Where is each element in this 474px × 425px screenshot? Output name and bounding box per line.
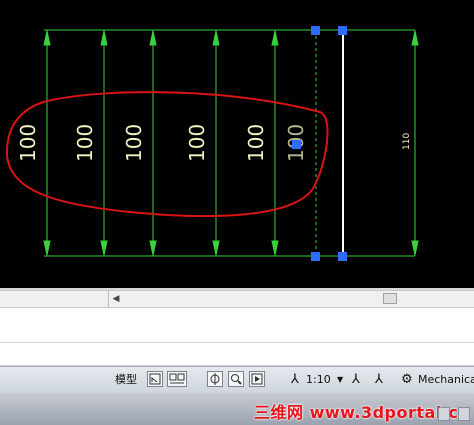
- horizontal-scrollbar[interactable]: ◀: [0, 290, 474, 308]
- grip-bottom-right[interactable]: [338, 252, 347, 261]
- dimension-text-1[interactable]: 100: [16, 124, 40, 162]
- workspace-switch[interactable]: Mechanica: [418, 371, 474, 389]
- model-tab[interactable]: 模型: [115, 371, 137, 389]
- layout-icon[interactable]: [147, 371, 163, 387]
- auto-scale-icon[interactable]: ⅄: [375, 371, 383, 389]
- drawing-canvas[interactable]: 100 100 100 100 100 100 110: [0, 0, 474, 288]
- command-line-input[interactable]: [0, 343, 474, 366]
- steering-wheel-icon[interactable]: [249, 371, 265, 387]
- scrollbar-thumb[interactable]: [383, 293, 397, 304]
- annotation-scale-icon[interactable]: ⅄: [291, 371, 299, 389]
- dimension-lines: [43, 30, 419, 256]
- right-dimension-text[interactable]: 110: [402, 133, 412, 150]
- annotation-visibility-icon[interactable]: ⅄: [352, 371, 360, 389]
- command-history-area: [0, 308, 474, 343]
- grip-text[interactable]: [292, 140, 301, 149]
- dimension-text-4[interactable]: 100: [185, 124, 209, 162]
- scale-dropdown-icon[interactable]: ▼: [337, 371, 343, 389]
- tray-close-icon[interactable]: [458, 407, 470, 421]
- grip-bottom-left[interactable]: [311, 252, 320, 261]
- red-markup-cloud[interactable]: [5, 91, 329, 218]
- dimension-text-3[interactable]: 100: [122, 124, 146, 162]
- dimension-text-5[interactable]: 100: [244, 124, 268, 162]
- dimension-text-2[interactable]: 100: [73, 124, 97, 162]
- status-bar: 模型 ⅄ 1:10 ▼ ⅄ ⅄ ⚙ Mechanica: [0, 366, 474, 393]
- layout-tabs-icon[interactable]: [167, 371, 187, 387]
- workspace-gear-icon[interactable]: ⚙: [401, 371, 413, 389]
- annotation-scale[interactable]: 1:10: [306, 371, 331, 389]
- tray-icon[interactable]: [438, 407, 450, 421]
- scroll-left-arrow-icon[interactable]: ◀: [108, 291, 123, 307]
- zoom-icon[interactable]: [228, 371, 244, 387]
- grip-top-right[interactable]: [338, 26, 347, 35]
- grip-top-left[interactable]: [311, 26, 320, 35]
- pan-icon[interactable]: [207, 371, 223, 387]
